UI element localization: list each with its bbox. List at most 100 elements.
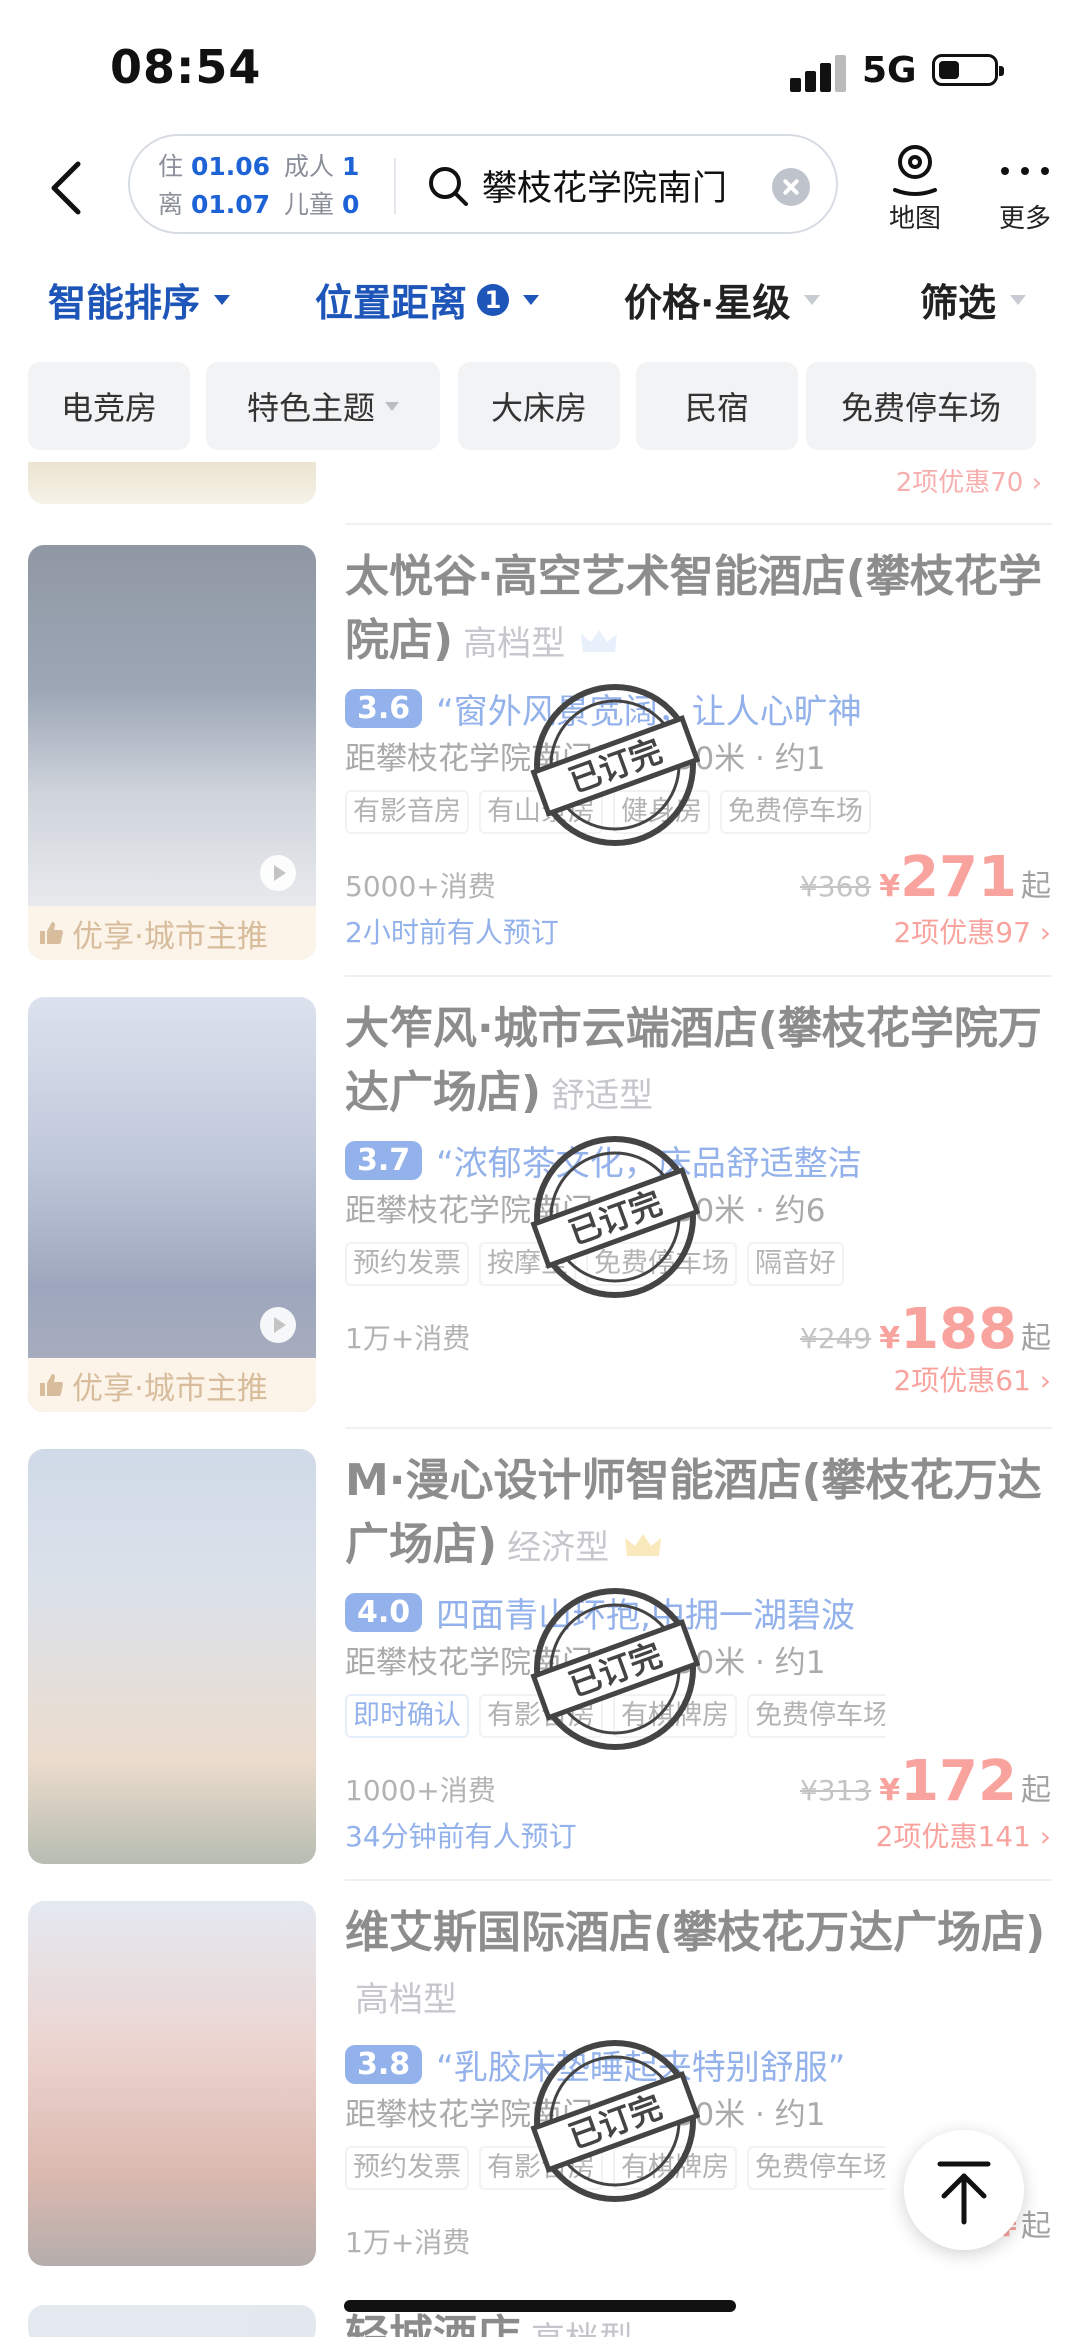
rating-score: 3.7 — [345, 1140, 423, 1180]
sold-out-stamp: 已订完 — [530, 684, 700, 846]
rating-score: 3.6 — [345, 688, 423, 728]
caret-down-icon — [523, 294, 540, 305]
checkin-date: 01.06 — [190, 152, 271, 181]
review-quote: “窗外风景宽阔，让人心旷神 — [436, 691, 862, 732]
feature-tag: 即时确认 — [345, 1694, 469, 1738]
consumption-count: 1万+消费 — [345, 1322, 471, 1355]
distance-filter-count: 1 — [477, 283, 510, 316]
consumption-count: 1万+消费 — [345, 2226, 471, 2259]
price-row: ¥249 ¥188 起 — [799, 1297, 1051, 1362]
play-icon[interactable] — [260, 855, 296, 891]
hotel-name: 大笮风·城市云端酒店(攀枝花学院万达广场店) 舒适型 — [345, 1003, 1042, 1118]
divider — [394, 158, 396, 214]
hotel-grade: 经济型 — [507, 1528, 610, 1568]
chip-free-parking[interactable]: 免费停车场 — [806, 362, 1036, 450]
signal-icon — [790, 52, 850, 92]
current-price: 172 — [900, 1749, 1017, 1814]
feature-tag: 免费停车场 — [747, 1694, 885, 1738]
price-star-dropdown[interactable]: 价格·星级 — [624, 272, 821, 327]
more-button[interactable]: 更多 — [980, 136, 1070, 236]
feature-tag: 有影音房 — [345, 790, 469, 834]
chip-homestay[interactable]: 民宿 — [636, 362, 798, 450]
adult-count: 1 — [342, 152, 360, 181]
feature-tag: 免费停车场 — [720, 790, 871, 834]
back-button[interactable] — [36, 148, 96, 228]
hotel-thumbnail[interactable] — [28, 1901, 316, 2266]
sold-out-stamp: 已订完 — [530, 2040, 700, 2202]
divider — [345, 523, 1052, 525]
battery-icon — [932, 54, 1004, 86]
hotel-name: 维艾斯国际酒店(攀枝花万达广场店)高档型 — [345, 1907, 1046, 2020]
sold-out-stamp: 已订完 — [530, 1136, 700, 1298]
map-label: 地图 — [888, 204, 941, 234]
map-pin-icon — [893, 145, 937, 196]
caret-down-icon — [385, 401, 399, 411]
hotel-card[interactable]: 优享·城市主推 大笮风·城市云端酒店(攀枝花学院万达广场店) 舒适型 3.7 “浓郁… — [0, 975, 1080, 1417]
hotel-thumbnail[interactable]: 优享·城市主推 — [28, 545, 316, 960]
smart-sort-dropdown[interactable]: 智能排序 — [48, 272, 231, 327]
search-icon — [429, 167, 468, 206]
quick-filter-chips: 电竞房 特色主题 大床房 民宿 免费停车场 — [0, 362, 1080, 454]
hotel-grade: 舒适型 — [551, 1076, 654, 1116]
original-price: ¥368 — [799, 870, 872, 903]
caret-down-icon — [1010, 294, 1027, 305]
discount-link[interactable]: 2项优惠61 › — [893, 1359, 1051, 1399]
filter-dropdown[interactable]: 筛选 — [920, 272, 1027, 327]
hotel-name: 太悦谷·高空艺术智能酒店(攀枝花学院店) 高档型 — [345, 551, 1042, 666]
feature-tag: 预约发票 — [345, 2146, 469, 2190]
distance-dropdown[interactable]: 位置距离 1 — [315, 272, 540, 327]
back-to-top-button[interactable] — [904, 2130, 1024, 2250]
price-row: ¥368 ¥271 起 — [799, 845, 1051, 910]
hotel-name: M·漫心设计师智能酒店(攀枝花万达广场店) 经济型 — [345, 1455, 1042, 1570]
sort-bar: 智能排序 位置距离 1 价格·星级 筛选 — [0, 262, 1080, 342]
divider — [345, 1427, 1052, 1429]
clear-search-button[interactable] — [772, 168, 810, 206]
discount-link[interactable]: 2项优惠97 › — [893, 911, 1051, 951]
chip-esports-room[interactable]: 电竞房 — [28, 362, 190, 450]
status-time: 08:54 — [110, 40, 262, 94]
promo-tag: 优享·城市主推 — [28, 906, 316, 960]
hotel-info: 大笮风·城市云端酒店(攀枝花学院万达广场店) 舒适型 3.7 “浓郁茶文化，床品舒适… — [345, 997, 1055, 1397]
hotel-thumbnail[interactable] — [28, 1449, 316, 1864]
hotel-thumbnail[interactable] — [28, 2305, 316, 2337]
chip-theme[interactable]: 特色主题 — [206, 362, 440, 450]
consumption-count: 1000+消费 — [345, 1774, 496, 1807]
more-label: 更多 — [998, 204, 1051, 234]
feature-tag: 预约发票 — [345, 1242, 469, 1286]
chip-king-bed[interactable]: 大床房 — [458, 362, 620, 450]
review-quote: 四面青山环抱,中拥一湖碧波 — [436, 1595, 855, 1636]
discount-link[interactable]: 2项优惠141 › — [876, 1815, 1051, 1855]
sold-out-stamp: 已订完 — [530, 1588, 700, 1750]
original-price: ¥313 — [799, 1774, 872, 1807]
thumbs-up-icon — [40, 1374, 63, 1396]
current-price: 271 — [900, 845, 1017, 910]
children-count: 0 — [342, 190, 360, 219]
hotel-card[interactable]: M·漫心设计师智能酒店(攀枝花万达广场店) 经济型 4.0 四面青山环抱,中拥一湖碧… — [0, 1427, 1080, 1869]
hotel-thumbnail[interactable] — [28, 462, 316, 504]
crown-icon — [625, 1534, 662, 1556]
recent-booking-note: 34分钟前有人预订 — [345, 1820, 577, 1853]
hotel-thumbnail[interactable]: 优享·城市主推 — [28, 997, 316, 1412]
hotel-info: M·漫心设计师智能酒店(攀枝花万达广场店) 经济型 4.0 四面青山环抱,中拥一湖碧… — [345, 1449, 1055, 1853]
review-quote: “乳胶床垫睡起来特别舒服” — [436, 2047, 846, 2088]
search-input[interactable]: 攀枝花学院南门 — [482, 160, 727, 211]
search-bar[interactable]: 住 01.06 成人 1 离 01.07 儿童 0 攀枝花学院南门 — [128, 134, 838, 234]
crown-icon — [581, 630, 618, 652]
discount-link[interactable]: 2项优惠70 › — [896, 462, 1042, 499]
arrow-up-icon — [937, 2161, 991, 2225]
caret-down-icon — [214, 294, 231, 305]
status-bar: 08:54 5G — [0, 0, 1080, 130]
chevron-left-icon — [51, 161, 81, 215]
hotel-grade: 高档型 — [355, 1980, 457, 2020]
home-indicator — [344, 2300, 736, 2312]
more-dots-icon — [1001, 167, 1049, 175]
hotel-card[interactable]: 优享·城市主推 太悦谷·高空艺术智能酒店(攀枝花学院店) 高档型 3.6 “窗外风景… — [0, 523, 1080, 965]
price-row: ¥313 ¥172 起 — [799, 1749, 1051, 1814]
network-type: 5G — [862, 50, 917, 91]
recent-booking-note: 2小时前有人预订 — [345, 916, 559, 949]
promo-tag: 优享·城市主推 — [28, 1358, 316, 1412]
rating-score: 4.0 — [345, 1592, 423, 1632]
play-icon[interactable] — [260, 1307, 296, 1343]
current-price: 188 — [900, 1297, 1017, 1362]
map-button[interactable]: 地图 — [870, 136, 960, 236]
